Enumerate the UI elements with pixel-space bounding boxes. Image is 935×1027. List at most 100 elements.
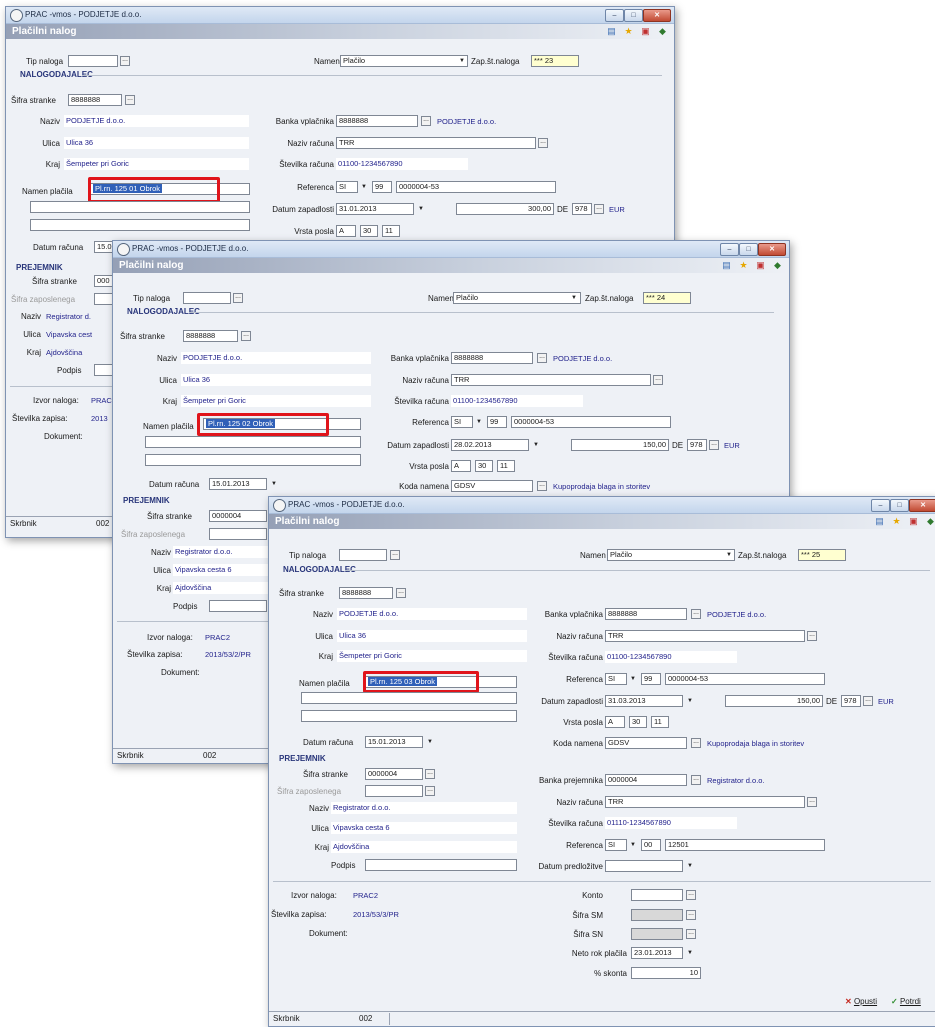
namen-placila-line2[interactable] [30,201,250,213]
document-icon[interactable]: ▣ [755,260,766,271]
refresh-icon[interactable]: ◆ [772,260,783,271]
prej-naziv-racuna-input[interactable]: TRR [605,796,805,808]
sifra-zaposlenega-input[interactable] [94,293,114,305]
naziv-racuna-input[interactable]: TRR [605,630,805,642]
referenca-model-input[interactable]: 99 [487,416,507,428]
znesek-input[interactable]: 150,00 [571,439,669,451]
refresh-icon[interactable]: ◆ [657,26,668,37]
referenca-si-select[interactable]: SI [451,416,473,428]
maximize-icon[interactable]: □ [624,9,643,22]
prej-referenca-model-input[interactable]: 00 [641,839,661,851]
cancel-button[interactable]: ✕ Opusti [845,997,877,1006]
chevron-down-icon[interactable]: ▼ [533,440,539,450]
tip-naloga-input[interactable] [68,55,118,67]
document-icon[interactable]: ▣ [908,516,919,527]
sifra-sm-input[interactable] [631,909,683,921]
chevron-down-icon[interactable]: ▼ [687,861,693,871]
podpis-input[interactable] [209,600,267,612]
datum-zapadlosti-input[interactable]: 31.03.2013 [605,695,683,707]
prejemnik-sifra-input[interactable]: 0000004 [365,768,423,780]
prej-naziv-racuna-lookup-button[interactable]: ... [807,797,817,807]
podpis-input[interactable] [365,859,517,871]
naziv-racuna-lookup-button[interactable]: ... [538,138,548,148]
sifra-stranke-lookup-button[interactable]: ... [125,95,135,105]
konto-input[interactable] [631,889,683,901]
chevron-down-icon[interactable]: ▼ [361,182,367,192]
close-icon[interactable]: ✕ [909,499,935,512]
naziv-racuna-input[interactable]: TRR [336,137,536,149]
vrsta-posla-2[interactable]: 30 [475,460,493,472]
chevron-down-icon[interactable]: ▼ [271,479,277,489]
star-icon[interactable]: ★ [738,260,749,271]
tip-naloga-lookup-button[interactable]: ... [233,293,243,303]
koda-namena-lookup-button[interactable]: ... [537,481,547,491]
confirm-button[interactable]: ✓ Potrdi [891,997,921,1006]
koda-namena-lookup-button[interactable]: ... [691,738,701,748]
maximize-icon[interactable]: □ [739,243,758,256]
namen-select[interactable]: Plačilo [607,549,735,561]
naziv-racuna-lookup-button[interactable]: ... [653,375,663,385]
tip-naloga-input[interactable] [339,549,387,561]
sifra-stranke-lookup-button[interactable]: ... [396,588,406,598]
referenca-input[interactable]: 0000004-53 [665,673,825,685]
namen-placila-line2[interactable] [145,436,361,448]
podpis-input[interactable] [94,364,114,376]
prej-referenca-input[interactable]: 12501 [665,839,825,851]
minimize-icon[interactable]: – [871,499,890,512]
maximize-icon[interactable]: □ [890,499,909,512]
prejemnik-sifra-input[interactable]: 0000004 [209,510,267,522]
namen-select[interactable]: Plačilo [453,292,581,304]
minimize-icon[interactable]: – [720,243,739,256]
namen-placila-line3[interactable] [30,219,250,231]
neto-rok-input[interactable]: 23.01.2013 [631,947,683,959]
valuta-lookup-button[interactable]: ... [709,440,719,450]
banka-input[interactable]: 8888888 [451,352,533,364]
zap-input[interactable]: *** 23 [531,55,579,67]
naziv-racuna-lookup-button[interactable]: ... [807,631,817,641]
chevron-down-icon[interactable]: ▼ [687,948,693,958]
vrsta-posla-3[interactable]: 11 [651,716,669,728]
sifra-sn-lookup-button[interactable]: ... [686,929,696,939]
refresh-icon[interactable]: ◆ [925,516,935,527]
datum-zapadlosti-input[interactable]: 28.02.2013 [451,439,529,451]
datum-racuna-input[interactable]: 15.0 [94,241,114,253]
star-icon[interactable]: ★ [623,26,634,37]
banka-prejemnika-input[interactable]: 0000004 [605,774,687,786]
naziv-racuna-input[interactable]: TRR [451,374,651,386]
sifra-stranke-input[interactable]: 8888888 [68,94,122,106]
chevron-down-icon[interactable]: ▼ [687,696,693,706]
znesek-input[interactable]: 300,00 [456,203,554,215]
datum-racuna-input[interactable]: 15.01.2013 [365,736,423,748]
tip-naloga-input[interactable] [183,292,231,304]
minimize-icon[interactable]: – [605,9,624,22]
datum-racuna-input[interactable]: 15.01.2013 [209,478,267,490]
zap-input[interactable]: *** 25 [798,549,846,561]
referenca-si-select[interactable]: SI [605,673,627,685]
referenca-input[interactable]: 0000004-53 [511,416,671,428]
sifra-zaposlenega-lookup-button[interactable]: ... [425,786,435,796]
tree-icon[interactable]: ▤ [606,26,617,37]
valuta-num-input[interactable]: 978 [687,439,707,451]
banka-input[interactable]: 8888888 [336,115,418,127]
zap-input[interactable]: *** 24 [643,292,691,304]
document-icon[interactable]: ▣ [640,26,651,37]
vrsta-posla-1[interactable]: A [605,716,625,728]
sifra-sn-input[interactable] [631,928,683,940]
valuta-lookup-button[interactable]: ... [594,204,604,214]
vrsta-posla-2[interactable]: 30 [360,225,378,237]
valuta-lookup-button[interactable]: ... [863,696,873,706]
valuta-num-input[interactable]: 978 [841,695,861,707]
datum-zapadlosti-input[interactable]: 31.01.2013 [336,203,414,215]
referenca-model-input[interactable]: 99 [641,673,661,685]
prejemnik-sifra-input[interactable]: 000 [94,275,114,287]
tip-naloga-lookup-button[interactable]: ... [390,550,400,560]
chevron-down-icon[interactable]: ▼ [726,550,732,560]
chevron-down-icon[interactable]: ▼ [476,417,482,427]
chevron-down-icon[interactable]: ▼ [571,293,577,303]
sifra-stranke-lookup-button[interactable]: ... [241,331,251,341]
sifra-zaposlenega-input[interactable] [209,528,267,540]
referenca-si-select[interactable]: SI [336,181,358,193]
vrsta-posla-3[interactable]: 11 [497,460,515,472]
close-icon[interactable]: ✕ [758,243,786,256]
referenca-model-input[interactable]: 99 [372,181,392,193]
